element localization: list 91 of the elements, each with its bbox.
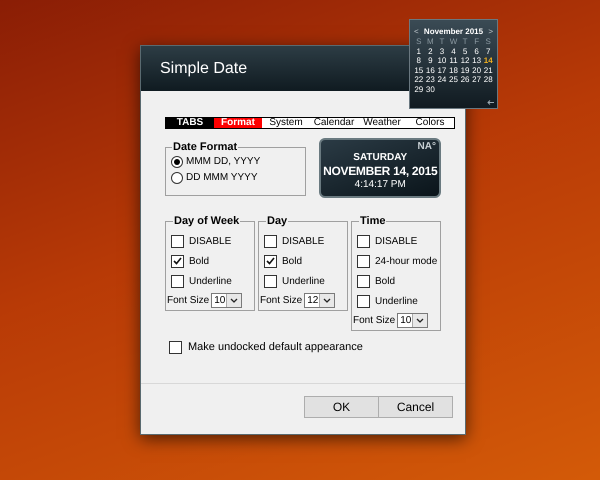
tab[interactable]: Colors (406, 118, 454, 128)
radio-label: DD MMM YYYY (186, 172, 258, 184)
weekday-label: S (415, 37, 422, 46)
previous-month-button[interactable]: < (414, 27, 419, 36)
dialog-button[interactable]: Cancel (378, 396, 453, 418)
calendar-day[interactable]: 21 (482, 66, 494, 75)
font-size-dropdown[interactable]: 10 (397, 312, 428, 328)
back-arrow-icon[interactable] (487, 100, 494, 105)
weekday-text: SATURDAY (353, 152, 408, 164)
calendar-day[interactable]: 1 (413, 46, 425, 56)
calendar-day[interactable]: 29 (413, 84, 425, 94)
checkbox-label: Underline (189, 274, 232, 288)
checkbox[interactable] (357, 234, 370, 248)
weekday-label: W (448, 37, 458, 46)
chevron-down-icon (416, 318, 424, 322)
calendar-day[interactable]: 6 (470, 46, 482, 56)
weekday-label: M (426, 37, 435, 46)
calendar-day[interactable]: 12 (459, 56, 471, 66)
group-title: Day (266, 214, 288, 228)
checkbox[interactable] (264, 274, 277, 288)
calendar-day[interactable]: 25 (448, 75, 460, 84)
font-size-dropdown[interactable]: 10 (211, 292, 242, 308)
calendar-day[interactable]: 16 (424, 66, 436, 75)
checkbox-label: Make undocked default appearance (188, 340, 363, 355)
calendar-day[interactable]: 14 (482, 56, 494, 66)
checkbox-label: Bold (375, 274, 396, 288)
weekday-label: F (473, 37, 480, 46)
calendar-day[interactable]: 23 (424, 75, 436, 84)
field-label: Font Size (260, 294, 302, 308)
calendar-day[interactable]: 7 (482, 46, 494, 56)
calendar-day[interactable]: 15 (413, 66, 425, 75)
checkbox-label: Underline (375, 294, 418, 308)
calendar-day[interactable]: 19 (459, 66, 471, 75)
calendar-day[interactable]: 4 (448, 46, 460, 56)
field-label: Font Size (353, 314, 396, 328)
calendar-day[interactable]: 27 (470, 75, 482, 84)
tab[interactable]: Weather (358, 118, 406, 128)
month-title: November 2015 (424, 27, 484, 36)
radio-button[interactable] (171, 156, 183, 168)
tabs-label: TABS (166, 118, 214, 128)
chevron-down-icon (323, 298, 332, 302)
checkbox[interactable] (171, 254, 184, 268)
calendar-day[interactable]: 30 (424, 84, 436, 94)
checkbox[interactable] (171, 274, 184, 288)
calendar-day[interactable]: 22 (413, 75, 425, 84)
checkbox[interactable] (264, 254, 277, 268)
calendar-day[interactable]: 17 (436, 66, 448, 75)
checkbox[interactable] (264, 234, 277, 248)
calendar-day[interactable]: 3 (436, 46, 448, 56)
weekday-label: T (438, 37, 446, 46)
weekday-label: T (462, 37, 468, 46)
date-text: NOVEMBER 14, 2015 (323, 164, 438, 179)
checkbox-label: Bold (189, 254, 210, 268)
calendar-day[interactable]: 9 (424, 56, 436, 66)
calendar-day[interactable]: 8 (413, 56, 425, 66)
calendar-day[interactable]: 24 (436, 75, 448, 84)
checkbox[interactable] (171, 234, 184, 248)
field-label: Font Size (167, 294, 210, 308)
checkbox[interactable] (169, 340, 182, 354)
calendar-day[interactable]: 11 (448, 56, 460, 66)
next-month-button[interactable]: > (488, 27, 493, 36)
time-text: 4:14:17 PM (354, 179, 406, 191)
temperature-text: NA° (418, 141, 436, 153)
checkbox[interactable] (357, 254, 370, 268)
checkbox-label: Underline (282, 274, 325, 288)
checkbox-label: DISABLE (189, 234, 232, 248)
weekday-label: S (484, 37, 492, 46)
calendar-day[interactable]: 2 (424, 46, 436, 56)
checkbox-label: 24-hour mode (375, 254, 438, 268)
radio-button[interactable] (171, 172, 183, 184)
checkbox[interactable] (357, 274, 370, 288)
dialog-button[interactable]: OK (304, 396, 379, 418)
calendar-day[interactable]: 18 (448, 66, 460, 75)
checkbox-label: Bold (282, 254, 302, 268)
chevron-down-icon (230, 298, 238, 302)
group-title: Day of Week (173, 214, 240, 228)
checkbox-label: DISABLE (282, 234, 324, 248)
tab[interactable]: System (262, 118, 310, 128)
radio-label: MMM DD, YYYY (186, 156, 260, 168)
tab[interactable]: Calendar (310, 118, 358, 128)
font-size-dropdown[interactable]: 12 (304, 292, 336, 308)
calendar-day[interactable]: 26 (459, 75, 471, 84)
calendar-day[interactable]: 5 (459, 46, 471, 56)
calendar-day[interactable]: 13 (470, 56, 482, 66)
tab[interactable]: Format (214, 118, 262, 128)
calendar-day[interactable]: 10 (436, 56, 448, 66)
window-title: Simple Date (160, 58, 248, 78)
checkbox[interactable] (357, 294, 370, 308)
calendar-day[interactable]: 28 (482, 75, 494, 84)
calendar-day[interactable]: 20 (470, 66, 482, 75)
checkbox-label: DISABLE (375, 234, 418, 248)
